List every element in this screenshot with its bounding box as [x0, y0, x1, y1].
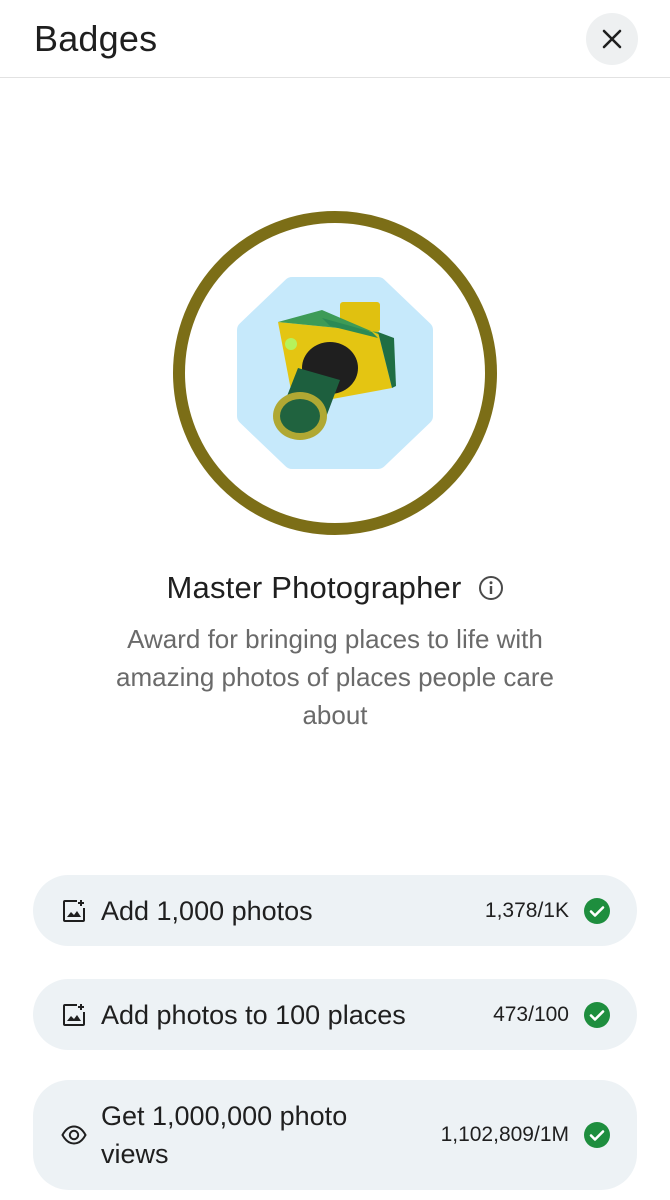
badge-description: Award for bringing places to life with a… [116, 624, 554, 730]
eye-icon [61, 1125, 87, 1145]
close-icon [602, 29, 622, 49]
badge-emblem [173, 211, 497, 535]
task-item[interactable]: Add 1,000 photos 1,378/1K [33, 875, 637, 946]
task-progress: 473/100 [493, 1002, 569, 1026]
check-circle-icon [584, 1122, 610, 1148]
add-photo-icon [63, 899, 85, 922]
task-label: Get 1,000,000 photo views [101, 1101, 348, 1169]
task-item[interactable]: Add photos to 100 places 473/100 [33, 979, 637, 1050]
task-label: Add photos to 100 places [101, 999, 406, 1030]
page-title: Badges [34, 18, 158, 59]
check-circle-icon [584, 1001, 610, 1028]
header: Badges [0, 0, 670, 78]
add-photo-icon [63, 1003, 85, 1026]
badge-name: Master Photographer [166, 570, 462, 605]
task-label: Add 1,000 photos [101, 895, 313, 926]
task-item[interactable]: Get 1,000,000 photo views 1,102,809/1M [33, 1080, 637, 1190]
badge-title-row: Master Photographer [0, 570, 670, 606]
check-circle-icon [584, 897, 610, 924]
task-progress: 1,102,809/1M [440, 1123, 569, 1146]
close-button[interactable] [586, 13, 638, 65]
task-progress: 1,378/1K [484, 898, 569, 922]
info-icon[interactable] [478, 575, 504, 601]
